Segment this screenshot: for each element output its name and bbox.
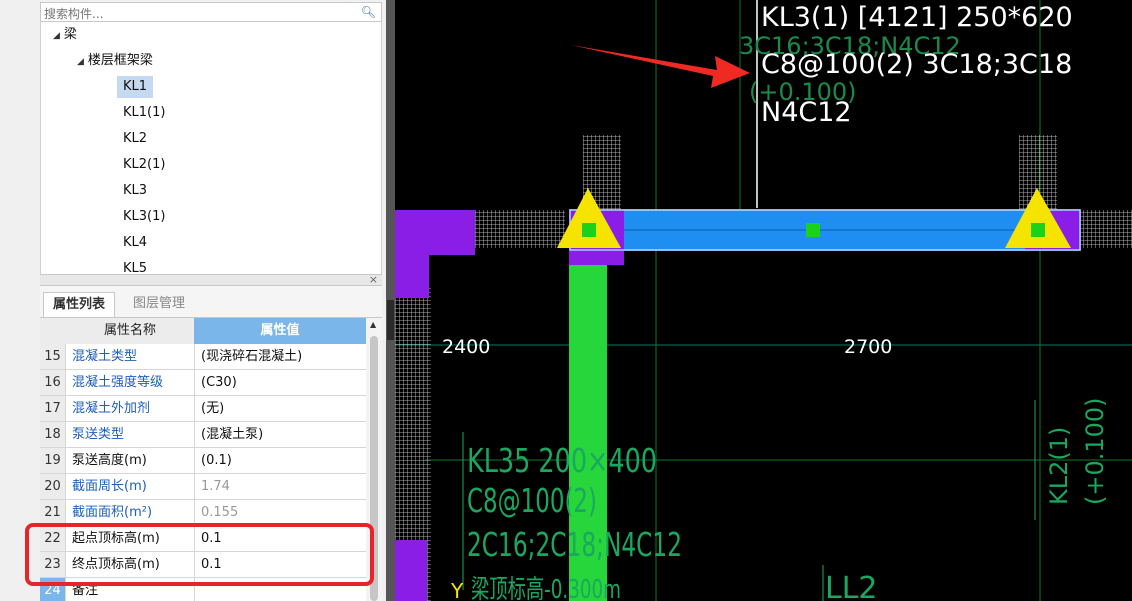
header-attribute-value: 属性值 (194, 318, 366, 344)
row-number: 18 (40, 422, 66, 447)
row-number: 19 (40, 448, 66, 473)
attribute-value[interactable]: (C30) (194, 370, 366, 395)
tree-item[interactable]: KL3(1) (123, 206, 165, 228)
kl35-label: C8@100(2) (467, 481, 597, 520)
panel-splitter[interactable]: × (40, 273, 382, 286)
table-row[interactable]: 17 混凝土外加剂 (无) (40, 396, 366, 422)
table-row[interactable]: 19 泵送高度(m) (0.1) (40, 448, 366, 474)
panel-divider[interactable] (386, 0, 395, 601)
tab-layer-management[interactable]: 图层管理 (124, 292, 194, 316)
row-number: 21 (40, 500, 66, 525)
search-icon[interactable]: 🔍︎ (361, 5, 376, 19)
column-purple[interactable] (395, 540, 427, 601)
attribute-value[interactable]: (无) (194, 396, 366, 421)
axis-y-label: Y (450, 579, 464, 601)
attribute-name: 截面周长(m) (72, 479, 147, 494)
row-number: 16 (40, 370, 66, 395)
table-row[interactable]: 23 终点顶标高(m) 0.1 (40, 552, 366, 578)
row-number: 22 (40, 526, 66, 551)
attribute-name: 泵送类型 (72, 427, 125, 442)
tree-node-label: 梁 (63, 27, 77, 42)
tab-bar: 属性列表 图层管理 (40, 286, 382, 318)
rebar-mesh (1075, 210, 1132, 248)
tree-item[interactable]: KL3 (123, 180, 147, 202)
header-corner (40, 318, 66, 344)
row-number: 20 (40, 474, 66, 499)
dimension-right: 2700 (844, 336, 892, 358)
row-number: 24 (40, 578, 66, 601)
attribute-value[interactable]: 1.74 (194, 474, 366, 499)
table-row[interactable]: 15 混凝土类型 (现浇碎石混凝土) (40, 344, 366, 370)
close-icon[interactable]: × (369, 273, 378, 286)
attribute-scrollbar[interactable]: ▲ (366, 318, 382, 601)
table-row[interactable]: 22 起点顶标高(m) 0.1 (40, 526, 366, 552)
attribute-name: 混凝土强度等级 (72, 375, 164, 390)
attribute-value[interactable]: (现浇碎石混凝土) (194, 344, 366, 369)
collapse-handle[interactable] (387, 300, 394, 340)
elevation-label: 梁顶标高-0.300m (471, 575, 621, 601)
row-number: 17 (40, 396, 66, 421)
kl2-vertical-label: KL2(1) (1045, 427, 1073, 505)
table-row[interactable]: 16 混凝土强度等级 (C30) (40, 370, 366, 396)
tab-attribute-list[interactable]: 属性列表 (43, 292, 116, 317)
attribute-value[interactable]: (0.1) (194, 448, 366, 473)
tree-item[interactable]: KL2 (123, 128, 147, 150)
component-tree: ◢ 梁 ◢ 楼层框架梁 KL1 KL1(1) KL2 KL2(1) KL3 KL3(1) KL4… (40, 22, 382, 274)
tree-item[interactable]: KL1(1) (123, 102, 165, 124)
kl2-vertical-label: (+0.100) (1081, 397, 1109, 505)
attribute-name: 混凝土外加剂 (72, 401, 151, 416)
attribute-value[interactable]: 0.1 (194, 526, 366, 551)
grip-point[interactable] (1031, 223, 1045, 237)
grip-point[interactable] (582, 223, 596, 237)
scroll-up-icon[interactable]: ▲ (370, 320, 376, 329)
cad-canvas[interactable]: 3C16;3C18;N4C12 (+0.100) 2400 2700 KL35 … (395, 0, 1132, 601)
tree-node-beam[interactable]: ◢ 梁 (53, 24, 77, 46)
header-attribute-name: 属性名称 (66, 318, 194, 344)
left-panel: 🔍︎ ◢梁 ◢楼层框架梁 KL1KL1(1)KL2KL2(1)KL3KL3(1)… (0, 0, 386, 601)
search-input[interactable] (44, 6, 344, 22)
table-row[interactable]: 18 泵送类型 (混凝土泵) (40, 422, 366, 448)
dimension-left: 2400 (442, 336, 490, 358)
tree-node-floor-frame-beam[interactable]: ◢ 楼层框架梁 (77, 50, 153, 72)
attribute-table: 属性名称 属性值 15 混凝土类型 (现浇碎石混凝土) 16 混凝土强度等级 (C30) 1… (40, 318, 366, 601)
ll2-label: LL2 (825, 571, 878, 601)
tree-item[interactable]: KL1 (117, 76, 154, 98)
collapse-arrow-icon[interactable]: ◢ (77, 57, 84, 67)
table-row[interactable]: 21 截面面积(m²) 0.155 (40, 500, 366, 526)
collapse-arrow-icon[interactable]: ◢ (53, 31, 60, 41)
grip-point[interactable] (806, 223, 820, 237)
row-number: 23 (40, 552, 66, 577)
attribute-scrollbar-thumb[interactable] (370, 336, 378, 601)
beam-label-line3: N4C12 (761, 97, 852, 128)
attribute-name: 备注 (72, 583, 99, 598)
table-row[interactable]: 24 备注 (40, 578, 366, 601)
tree-item[interactable]: KL4 (123, 232, 147, 254)
attribute-value[interactable] (194, 578, 366, 601)
attribute-name: 截面面积(m²) (72, 505, 153, 520)
tree-item[interactable]: KL5 (123, 258, 147, 274)
attribute-name: 泵送高度(m) (72, 453, 147, 468)
tree-item[interactable]: KL2(1) (123, 154, 165, 176)
row-number: 15 (40, 344, 66, 369)
attribute-value[interactable]: 0.1 (194, 552, 366, 577)
beam-label-line1: KL3(1) [4121] 250*620 (761, 2, 1073, 33)
kl35-label: 2C16;2C18;N4C12 (467, 525, 682, 564)
rebar-mesh (465, 210, 565, 248)
tree-node-label: 楼层框架梁 (87, 53, 153, 68)
kl35-label: KL35 200×400 (467, 441, 657, 480)
attribute-name: 起点顶标高(m) (72, 531, 160, 546)
table-row[interactable]: 20 截面周长(m) 1.74 (40, 474, 366, 500)
attribute-value[interactable]: (混凝土泵) (194, 422, 366, 447)
search-box[interactable]: 🔍︎ (40, 2, 382, 22)
attribute-name: 混凝土类型 (72, 349, 138, 364)
attribute-value[interactable]: 0.155 (194, 500, 366, 525)
attribute-name: 终点顶标高(m) (72, 557, 160, 572)
beam-label-line2: C8@100(2) 3C18;3C18 (761, 49, 1073, 80)
